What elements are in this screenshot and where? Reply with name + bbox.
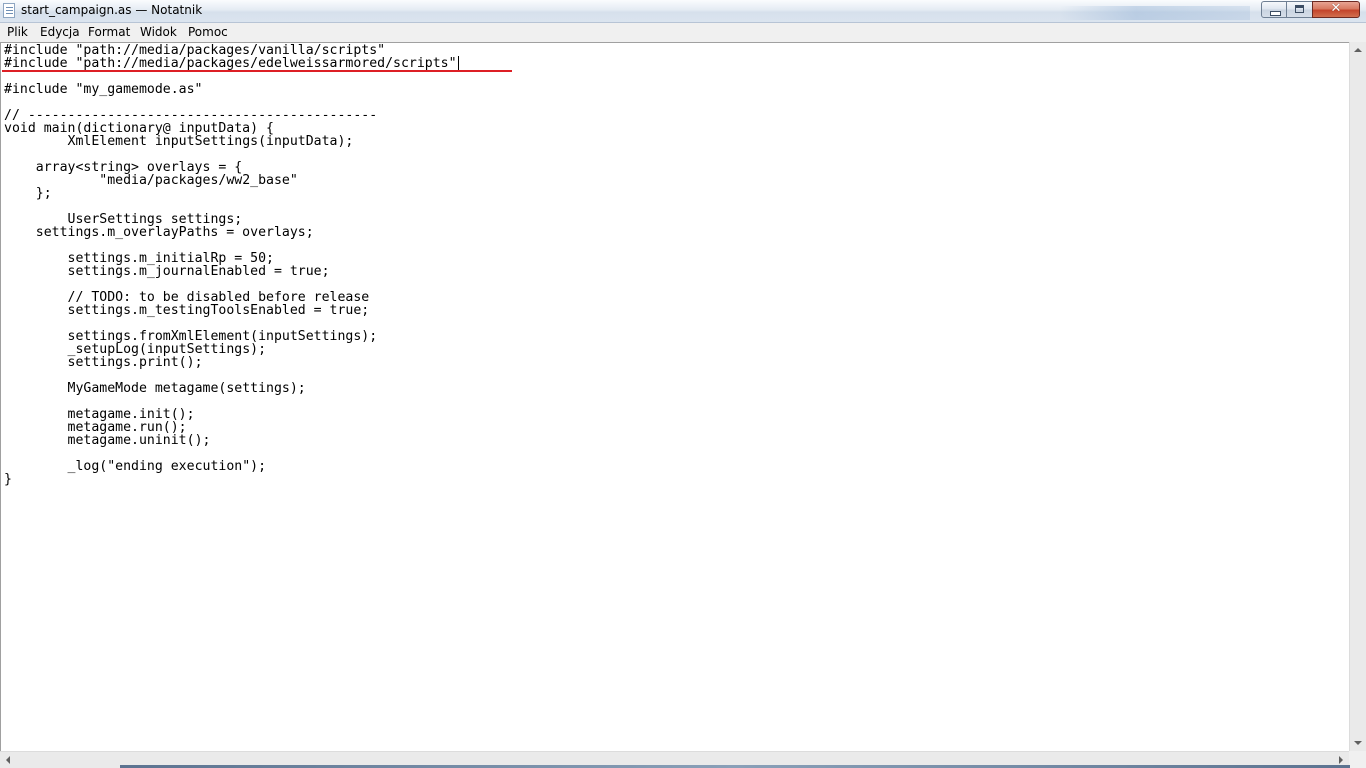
- close-icon: ✕: [1330, 1, 1342, 16]
- maximize-button[interactable]: [1286, 1, 1313, 18]
- menu-item-edycja[interactable]: Edycja: [40, 25, 80, 39]
- arrow-left-icon[interactable]: [6, 756, 10, 764]
- text-editor[interactable]: #include "path://media/packages/vanilla/…: [0, 42, 1366, 751]
- editor-text[interactable]: #include "path://media/packages/vanilla/…: [4, 44, 459, 486]
- notepad-window: start_campaign.as — Notatnik ✕ Plik Edyc…: [0, 0, 1366, 768]
- close-button[interactable]: ✕: [1312, 1, 1360, 18]
- red-underline-annotation: [2, 70, 512, 72]
- arrow-down-icon[interactable]: [1354, 741, 1362, 745]
- menu-item-plik[interactable]: Plik: [7, 25, 28, 39]
- minimize-button[interactable]: [1261, 1, 1287, 18]
- code-line[interactable]: settings.print();: [4, 355, 203, 370]
- code-line[interactable]: settings.m_journalEnabled = true;: [4, 264, 330, 279]
- code-line[interactable]: }: [4, 472, 12, 487]
- menu-item-format[interactable]: Format: [88, 25, 130, 39]
- title-bar-glass: [1060, 6, 1250, 20]
- code-line[interactable]: #include "my_gamemode.as": [4, 82, 203, 97]
- text-cursor: [457, 56, 459, 71]
- menu-item-widok[interactable]: Widok: [140, 25, 177, 39]
- code-line[interactable]: settings.m_testingToolsEnabled = true;: [4, 303, 370, 318]
- code-line[interactable]: XmlElement inputSettings(inputData);: [4, 134, 354, 149]
- vertical-scrollbar[interactable]: [1349, 42, 1366, 751]
- title-bar[interactable]: start_campaign.as — Notatnik ✕: [0, 0, 1366, 23]
- code-line[interactable]: settings.m_overlayPaths = overlays;: [4, 225, 314, 240]
- code-line[interactable]: MyGameMode metagame(settings);: [4, 381, 306, 396]
- scrollbar-corner: [1349, 751, 1366, 768]
- code-line[interactable]: _log("ending execution");: [4, 459, 267, 474]
- window-title: start_campaign.as — Notatnik: [21, 3, 203, 17]
- code-line[interactable]: };: [4, 186, 52, 201]
- code-line[interactable]: metagame.uninit();: [4, 433, 211, 448]
- maximize-icon: [1295, 5, 1304, 13]
- notepad-icon[interactable]: [3, 3, 15, 18]
- minimize-icon: [1270, 11, 1281, 16]
- arrow-up-icon[interactable]: [1354, 48, 1362, 52]
- menu-bar: Plik Edycja Format Widok Pomoc: [0, 23, 1366, 42]
- code-line[interactable]: #include "path://media/packages/edelweis…: [4, 56, 457, 71]
- arrow-right-icon[interactable]: [1339, 756, 1343, 764]
- menu-item-pomoc[interactable]: Pomoc: [188, 25, 228, 39]
